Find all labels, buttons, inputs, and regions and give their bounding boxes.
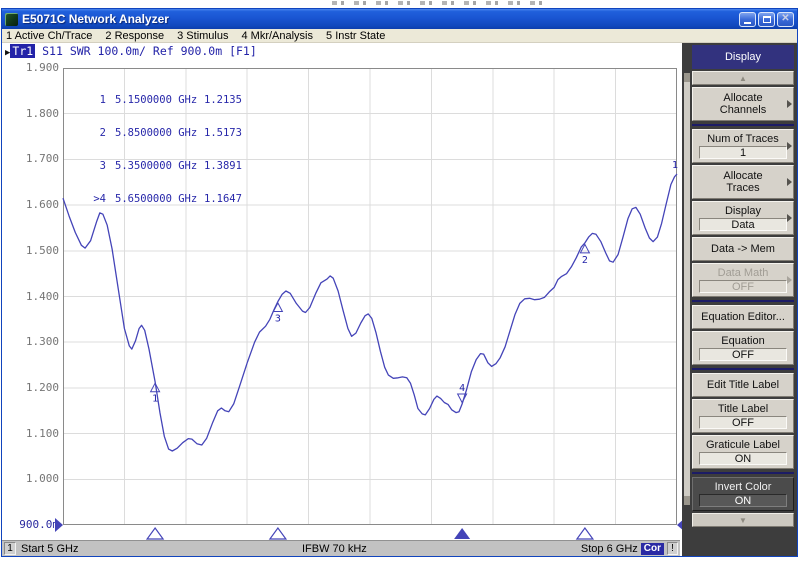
submenu-arrow-icon <box>787 276 792 284</box>
y-axis-tick-label: 1.400 <box>2 290 59 303</box>
trace-status-line: ▶Tr1 S11 SWR 100.0m/ Ref 900.0m [F1] <box>5 44 257 58</box>
softkey-scroll-up-button[interactable]: ▲ <box>692 71 794 85</box>
start-frequency-label: Start 5 GHz <box>21 543 78 555</box>
trace-number-label: 1 <box>672 160 678 171</box>
softkey-edit-title-label[interactable]: Edit Title Label <box>692 373 794 397</box>
softkey-equation[interactable]: Equation OFF <box>692 331 794 365</box>
y-axis-tick-label: 1.000 <box>2 472 59 485</box>
cropped-text-artifact <box>332 1 550 5</box>
softkey-allocate-traces[interactable]: AllocateTraces <box>692 165 794 199</box>
softkey-scrollbar[interactable] <box>684 73 690 505</box>
stimulus-marker <box>270 528 286 539</box>
screen: E5071C Network Analyzer ✕ 1 Active Ch/Tr… <box>0 0 800 567</box>
softkey-equation-editor[interactable]: Equation Editor... <box>692 305 794 329</box>
display-data-value: Data <box>699 218 787 231</box>
softkey-panel: Display ▲ AllocateChannels Num of Traces… <box>682 43 797 556</box>
invert-color-value: ON <box>699 494 787 507</box>
y-axis-tick-label: 1.300 <box>2 335 59 348</box>
y-axis-tick-label: 1.700 <box>2 152 59 165</box>
menu-response[interactable]: 2 Response <box>105 30 164 42</box>
app-icon <box>5 13 18 26</box>
trace-format-text: S11 SWR 100.0m/ Ref 900.0m [F1] <box>35 44 257 58</box>
trace-marker-label: 4 <box>459 383 465 394</box>
softkey-menu-title: Display <box>692 45 794 69</box>
scrollbar-tick <box>684 496 690 505</box>
y-axis-tick-label: 900.0m <box>2 518 59 531</box>
y-axis-tick-label: 1.200 <box>2 381 59 394</box>
analyzer-window: E5071C Network Analyzer ✕ 1 Active Ch/Tr… <box>1 8 798 557</box>
menu-instr-state[interactable]: 5 Instr State <box>326 30 385 42</box>
y-axis-tick-label: 1.800 <box>2 107 59 120</box>
scroll-up-icon: ▲ <box>739 74 747 83</box>
main-area: ▶Tr1 S11 SWR 100.0m/ Ref 900.0m [F1] 1.9… <box>2 43 797 556</box>
menu-bar: 1 Active Ch/Trace 2 Response 3 Stimulus … <box>2 29 797 43</box>
window-title: E5071C Network Analyzer <box>22 12 739 26</box>
trace-marker-label: 2 <box>582 255 588 266</box>
ifbw-label: IFBW 70 kHz <box>302 543 367 555</box>
data-math-value: OFF <box>699 280 787 293</box>
y-axis-tick-label: 1.500 <box>2 244 59 257</box>
softkey-separator <box>692 472 794 474</box>
softkey-scroll-down-button[interactable]: ▼ <box>692 513 794 527</box>
stimulus-marker-active <box>454 528 470 539</box>
scroll-down-icon: ▼ <box>739 516 747 525</box>
close-icon: ✕ <box>781 14 789 24</box>
warning-indicator: ! <box>667 542 678 555</box>
softkey-data-to-mem[interactable]: Data -> Mem <box>692 237 794 261</box>
softkey-graticule-label[interactable]: Graticule Label ON <box>692 435 794 469</box>
softkey-data-math: Data Math OFF <box>692 263 794 297</box>
y-axis-tick-label: 1.600 <box>2 198 59 211</box>
softkey-invert-color[interactable]: Invert Color ON <box>692 477 794 511</box>
softkey-allocate-channels[interactable]: AllocateChannels <box>692 87 794 121</box>
status-bar: 1 Start 5 GHz IFBW 70 kHz Stop 6 GHz Cor… <box>2 540 680 556</box>
softkey-separator <box>692 368 794 370</box>
y-axis-tick-label: 1.900 <box>2 61 59 74</box>
restore-button[interactable] <box>758 12 775 27</box>
scrollbar-thumb[interactable] <box>684 73 690 82</box>
minimize-button[interactable] <box>739 12 756 27</box>
restore-icon <box>763 16 771 23</box>
softkey-display-data[interactable]: Display Data <box>692 201 794 235</box>
softkey-separator <box>692 124 794 126</box>
submenu-arrow-icon <box>787 214 792 222</box>
trace-marker-label: 1 <box>152 394 158 405</box>
stop-frequency-label: Stop 6 GHz <box>581 543 638 555</box>
num-of-traces-value: 1 <box>699 146 787 159</box>
title-label-value: OFF <box>699 416 787 429</box>
menu-stimulus[interactable]: 3 Stimulus <box>177 30 228 42</box>
submenu-arrow-icon <box>787 178 792 186</box>
marker-row: 15.1500000 GHz1.2135 <box>88 95 242 106</box>
softkey-separator <box>692 300 794 302</box>
y-axis-tick-label: 1.100 <box>2 427 59 440</box>
marker-row: >45.6500000 GHz1.1647 <box>88 194 242 205</box>
menu-active-ch-trace[interactable]: 1 Active Ch/Trace <box>6 30 92 42</box>
submenu-arrow-icon <box>787 100 792 108</box>
minimize-icon <box>744 22 751 24</box>
equation-value: OFF <box>699 348 787 361</box>
title-bar[interactable]: E5071C Network Analyzer ✕ <box>2 9 797 29</box>
ref-level-arrow-left <box>55 518 63 532</box>
submenu-arrow-icon <box>787 142 792 150</box>
close-button[interactable]: ✕ <box>777 12 794 27</box>
channel-indicator: 1 <box>4 542 16 555</box>
trace-marker-label: 3 <box>275 313 281 324</box>
softkey-title-label[interactable]: Title Label OFF <box>692 399 794 433</box>
menu-mkr-analysis[interactable]: 4 Mkr/Analysis <box>241 30 313 42</box>
marker-row: 35.3500000 GHz1.3891 <box>88 161 242 172</box>
trace-name-badge[interactable]: Tr1 <box>10 44 35 58</box>
stimulus-marker <box>147 528 163 539</box>
correction-status-badge: Cor <box>641 543 664 555</box>
marker-table: 15.1500000 GHz1.2135 25.8500000 GHz1.517… <box>88 73 242 227</box>
stimulus-marker <box>577 528 593 539</box>
graticule-label-value: ON <box>699 452 787 465</box>
softkey-num-of-traces[interactable]: Num of Traces 1 <box>692 129 794 163</box>
marker-row: 25.8500000 GHz1.5173 <box>88 128 242 139</box>
